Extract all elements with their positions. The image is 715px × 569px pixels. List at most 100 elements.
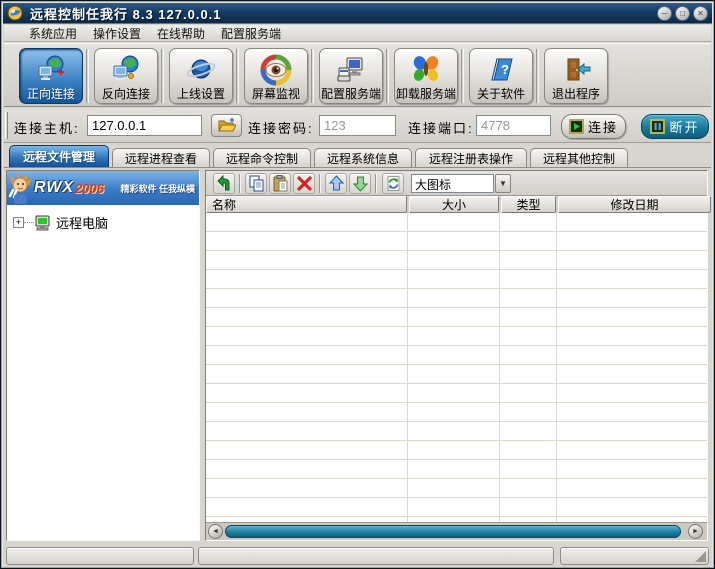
- toolbar-button-label: 退出程序: [552, 87, 600, 101]
- tab-remote-process-view[interactable]: 远程进程查看: [112, 148, 210, 167]
- tab-remote-other-control[interactable]: 远程其他控制: [530, 148, 628, 167]
- upload-button[interactable]: [325, 173, 347, 194]
- refresh-button[interactable]: [382, 173, 404, 194]
- horizontal-scrollbar[interactable]: ◄ ►: [206, 522, 707, 540]
- window-title: 远程控制任我行 8.3 127.0.0.1: [30, 4, 222, 23]
- tab-remote-registry[interactable]: 远程注册表操作: [415, 148, 527, 167]
- host-label: 连接主机:: [14, 118, 80, 137]
- tab-bar: 远程文件管理 远程进程查看 远程命令控制 远程系统信息 远程注册表操作 远程其他…: [4, 145, 711, 167]
- app-window: 远程控制任我行 8.3 127.0.0.1 ─ □ ✕ 系统应用 操作设置 在线…: [0, 0, 715, 569]
- connection-bar: 连接主机: 连接密码: 连接端口: 连接 断开: [4, 108, 711, 143]
- toolbar-button-online-settings[interactable]: 上线设置: [169, 48, 233, 104]
- toolbar-button-config-server[interactable]: 配置服务端: [319, 48, 383, 104]
- tab-remote-command-control[interactable]: 远程命令控制: [213, 148, 311, 167]
- tree-connector: [24, 222, 34, 223]
- play-icon: [569, 119, 584, 134]
- tree-expander-icon[interactable]: +: [13, 217, 24, 228]
- paste-icon: [272, 175, 289, 192]
- minimize-button[interactable]: ─: [657, 6, 672, 21]
- toolbar-separator: [461, 49, 464, 103]
- resize-grip[interactable]: [695, 551, 706, 562]
- promo-banner: RWX2006 精彩软件 任我纵横: [7, 171, 199, 205]
- file-toolbar-separator: [239, 174, 241, 193]
- column-header-type[interactable]: 类型: [501, 196, 556, 213]
- toolbar-button-exit[interactable]: 退出程序: [544, 48, 608, 104]
- toolbar-separator: [536, 49, 539, 103]
- bar-gripper: [5, 112, 8, 139]
- menu-item-help[interactable]: 在线帮助: [150, 24, 212, 43]
- disconnect-button[interactable]: 断开: [641, 114, 709, 139]
- view-mode-select[interactable]: 大图标: [411, 174, 494, 193]
- view-mode-dropdown-arrow-icon[interactable]: ▼: [495, 174, 511, 193]
- toolbar-button-screen-monitor[interactable]: 屏幕监视: [244, 48, 308, 104]
- file-toolbar-separator: [319, 174, 321, 193]
- toolbar-button-label: 屏幕监视: [252, 87, 300, 101]
- file-list-body[interactable]: [206, 213, 707, 522]
- maximize-button[interactable]: □: [675, 6, 690, 21]
- file-toolbar-separator: [375, 174, 377, 193]
- browse-hosts-button[interactable]: [211, 114, 242, 137]
- copy-button[interactable]: [245, 173, 267, 194]
- tab-remote-file-manager[interactable]: 远程文件管理: [9, 145, 109, 167]
- banner-logo-text: RWX: [34, 179, 74, 197]
- main-toolbar: 正向连接 反向连接: [4, 43, 711, 107]
- column-header-size[interactable]: 大小: [409, 196, 499, 213]
- column-grid-line: [556, 213, 557, 522]
- globe-ring-icon: [185, 53, 217, 87]
- column-grid-line: [499, 213, 500, 522]
- download-arrow-icon: [352, 175, 369, 192]
- toolbar-button-forward-connect[interactable]: 正向连接: [19, 48, 83, 104]
- mascot-character: [8, 172, 34, 204]
- menu-item-settings[interactable]: 操作设置: [86, 24, 148, 43]
- menu-item-system[interactable]: 系统应用: [22, 24, 84, 43]
- connect-button[interactable]: 连接: [561, 114, 626, 139]
- toolbar-button-label: 配置服务端: [321, 87, 381, 101]
- toolbar-button-label: 关于软件: [477, 87, 525, 101]
- toolbar-button-about[interactable]: ? 关于软件: [469, 48, 533, 104]
- file-toolbar: 大图标 ▼: [206, 171, 707, 196]
- svg-text:?: ?: [501, 62, 509, 77]
- copy-icon: [248, 175, 265, 192]
- scrollbar-thumb[interactable]: [225, 525, 681, 538]
- computer-globe-icon: [110, 53, 142, 87]
- status-panel-2: [198, 547, 554, 565]
- menubar: 系统应用 操作设置 在线帮助 配置服务端: [4, 25, 711, 42]
- pause-icon: [650, 119, 665, 134]
- column-header-modified[interactable]: 修改日期: [558, 196, 711, 213]
- download-button[interactable]: [349, 173, 371, 194]
- banner-slogan: 精彩软件 任我纵横: [120, 182, 195, 195]
- delete-button[interactable]: [293, 173, 315, 194]
- status-panel-3: [560, 547, 709, 565]
- scroll-right-button[interactable]: ►: [688, 524, 703, 539]
- toolbar-button-reverse-connect[interactable]: 反向连接: [94, 48, 158, 104]
- menu-item-config-server[interactable]: 配置服务端: [214, 24, 288, 43]
- port-label: 连接端口:: [408, 118, 474, 137]
- port-input[interactable]: [476, 115, 551, 136]
- toolbar-button-label: 卸载服务端: [396, 87, 456, 101]
- delete-x-icon: [296, 175, 313, 192]
- main-area: RWX2006 精彩软件 任我纵横 + 远程电脑: [4, 167, 711, 543]
- column-header-name[interactable]: 名称: [206, 196, 407, 213]
- toolbar-separator: [161, 49, 164, 103]
- banner-logo-year: 2006: [75, 181, 104, 196]
- column-grid-line: [407, 213, 408, 522]
- toolbar-separator: [86, 49, 89, 103]
- tree-item-remote-computer[interactable]: + 远程电脑: [7, 213, 199, 232]
- toolbar-separator: [236, 49, 239, 103]
- paste-button[interactable]: [269, 173, 291, 194]
- tab-remote-system-info[interactable]: 远程系统信息: [314, 148, 412, 167]
- toolbar-button-label: 上线设置: [177, 87, 225, 101]
- toolbar-button-uninstall-server[interactable]: 卸载服务端: [394, 48, 458, 104]
- password-label: 连接密码:: [248, 118, 314, 137]
- toolbar-separator: [386, 49, 389, 103]
- upload-arrow-icon: [328, 175, 345, 192]
- close-button[interactable]: ✕: [693, 6, 708, 21]
- toolbar-button-label: 正向连接: [27, 87, 75, 101]
- host-input[interactable]: [87, 115, 202, 136]
- titlebar[interactable]: 远程控制任我行 8.3 127.0.0.1 ─ □ ✕: [3, 3, 712, 24]
- password-input[interactable]: [319, 115, 396, 136]
- computer-config-icon: [335, 53, 367, 87]
- remote-file-panel: 大图标 ▼ 名称 大小 类型 修改日期 ◄ ►: [205, 170, 708, 541]
- scroll-left-button[interactable]: ◄: [208, 524, 223, 539]
- go-root-button[interactable]: [213, 173, 235, 194]
